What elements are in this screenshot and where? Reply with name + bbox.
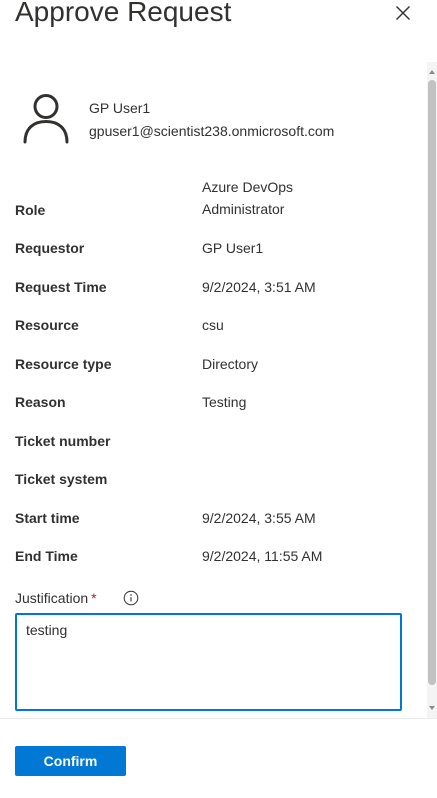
detail-label-resource-type: Resource type bbox=[15, 356, 112, 372]
detail-label-requestor: Requestor bbox=[15, 240, 85, 256]
scroll-down-arrow-icon[interactable] bbox=[429, 706, 435, 710]
detail-label-resource: Resource bbox=[15, 317, 79, 333]
detail-value-resource-type: Directory bbox=[202, 356, 259, 372]
user-avatar-icon bbox=[23, 94, 69, 144]
detail-label-reason: Reason bbox=[15, 394, 66, 410]
close-icon bbox=[396, 6, 410, 20]
required-indicator: * bbox=[91, 590, 97, 606]
scroll-up-arrow-icon[interactable] bbox=[429, 70, 435, 74]
detail-value-request-time: 9/2/2024, 3:51 AM bbox=[202, 279, 316, 295]
detail-label-end-time: End Time bbox=[15, 548, 78, 564]
close-button[interactable] bbox=[388, 0, 418, 26]
panel-title: Approve Request bbox=[15, 0, 232, 27]
info-icon[interactable] bbox=[123, 590, 139, 606]
detail-value-end-time: 9/2/2024, 11:55 AM bbox=[202, 548, 323, 564]
user-name: GP User1 bbox=[89, 100, 151, 116]
justification-label: Justification * bbox=[15, 589, 97, 607]
panel-scrollbar[interactable] bbox=[427, 62, 437, 718]
detail-label-ticket-system: Ticket system bbox=[15, 471, 108, 487]
detail-label-start-time: Start time bbox=[15, 510, 80, 526]
justification-textarea[interactable]: testing bbox=[15, 613, 402, 711]
detail-label-request-time: Request Time bbox=[15, 279, 107, 295]
detail-value-resource: csu bbox=[202, 317, 224, 333]
detail-value-requestor: GP User1 bbox=[202, 240, 264, 256]
justification-label-text: Justification bbox=[15, 590, 89, 606]
detail-label-role: Role bbox=[15, 202, 46, 218]
scrollbar-thumb[interactable] bbox=[428, 80, 436, 685]
footer-divider bbox=[0, 718, 437, 719]
detail-value-reason: Testing bbox=[202, 394, 247, 410]
detail-label-ticket-number: Ticket number bbox=[15, 433, 111, 449]
detail-value-start-time: 9/2/2024, 3:55 AM bbox=[202, 510, 316, 526]
user-email: gpuser1@scientist238.onmicrosoft.com bbox=[89, 123, 335, 139]
detail-value-role: Azure DevOps Administrator bbox=[202, 179, 294, 217]
confirm-button[interactable]: Confirm bbox=[15, 746, 126, 776]
